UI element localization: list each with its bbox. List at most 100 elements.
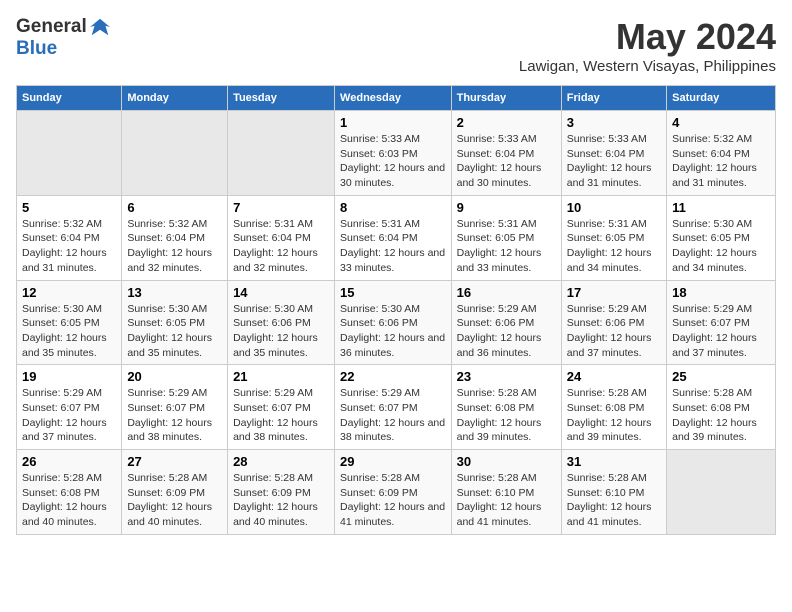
calendar-cell: 16 Sunrise: 5:29 AM Sunset: 6:06 PM Dayl… bbox=[451, 280, 561, 365]
sunrise-text: Sunrise: 5:28 AM bbox=[233, 472, 313, 484]
sunset-text: Sunset: 6:06 PM bbox=[567, 317, 645, 329]
day-number: 23 bbox=[457, 369, 556, 384]
weekday-header-sunday: Sunday bbox=[17, 86, 122, 111]
cell-info: Sunrise: 5:32 AM Sunset: 6:04 PM Dayligh… bbox=[22, 217, 116, 276]
daylight-text: Daylight: 12 hours and 37 minutes. bbox=[22, 417, 107, 444]
sunset-text: Sunset: 6:05 PM bbox=[127, 317, 205, 329]
daylight-text: Daylight: 12 hours and 37 minutes. bbox=[672, 332, 757, 359]
calendar-cell: 1 Sunrise: 5:33 AM Sunset: 6:03 PM Dayli… bbox=[335, 111, 452, 196]
calendar-week-row: 5 Sunrise: 5:32 AM Sunset: 6:04 PM Dayli… bbox=[17, 195, 776, 280]
calendar-cell: 19 Sunrise: 5:29 AM Sunset: 6:07 PM Dayl… bbox=[17, 365, 122, 450]
calendar-cell: 3 Sunrise: 5:33 AM Sunset: 6:04 PM Dayli… bbox=[561, 111, 666, 196]
daylight-text: Daylight: 12 hours and 38 minutes. bbox=[233, 417, 318, 444]
sunrise-text: Sunrise: 5:28 AM bbox=[457, 387, 537, 399]
day-number: 20 bbox=[127, 369, 222, 384]
calendar-week-row: 1 Sunrise: 5:33 AM Sunset: 6:03 PM Dayli… bbox=[17, 111, 776, 196]
sunset-text: Sunset: 6:09 PM bbox=[233, 487, 311, 499]
cell-info: Sunrise: 5:29 AM Sunset: 6:07 PM Dayligh… bbox=[233, 386, 329, 445]
sunset-text: Sunset: 6:05 PM bbox=[22, 317, 100, 329]
day-number: 26 bbox=[22, 454, 116, 469]
day-number: 2 bbox=[457, 115, 556, 130]
daylight-text: Daylight: 12 hours and 36 minutes. bbox=[457, 332, 542, 359]
daylight-text: Daylight: 12 hours and 30 minutes. bbox=[457, 162, 542, 189]
calendar-cell: 11 Sunrise: 5:30 AM Sunset: 6:05 PM Dayl… bbox=[667, 195, 776, 280]
weekday-header-friday: Friday bbox=[561, 86, 666, 111]
cell-info: Sunrise: 5:31 AM Sunset: 6:05 PM Dayligh… bbox=[457, 217, 556, 276]
sunrise-text: Sunrise: 5:28 AM bbox=[127, 472, 207, 484]
sunrise-text: Sunrise: 5:30 AM bbox=[233, 303, 313, 315]
sunrise-text: Sunrise: 5:30 AM bbox=[22, 303, 102, 315]
day-number: 11 bbox=[672, 200, 770, 215]
calendar-week-row: 12 Sunrise: 5:30 AM Sunset: 6:05 PM Dayl… bbox=[17, 280, 776, 365]
cell-info: Sunrise: 5:29 AM Sunset: 6:06 PM Dayligh… bbox=[457, 302, 556, 361]
sunset-text: Sunset: 6:04 PM bbox=[127, 232, 205, 244]
day-number: 15 bbox=[340, 285, 446, 300]
logo-bird-icon bbox=[89, 16, 111, 38]
calendar-cell bbox=[667, 450, 776, 535]
cell-info: Sunrise: 5:30 AM Sunset: 6:05 PM Dayligh… bbox=[672, 217, 770, 276]
day-number: 7 bbox=[233, 200, 329, 215]
sunrise-text: Sunrise: 5:29 AM bbox=[457, 303, 537, 315]
sunset-text: Sunset: 6:07 PM bbox=[22, 402, 100, 414]
daylight-text: Daylight: 12 hours and 31 minutes. bbox=[22, 247, 107, 274]
sunrise-text: Sunrise: 5:28 AM bbox=[567, 472, 647, 484]
cell-info: Sunrise: 5:33 AM Sunset: 6:04 PM Dayligh… bbox=[567, 132, 661, 191]
day-number: 9 bbox=[457, 200, 556, 215]
calendar-cell: 30 Sunrise: 5:28 AM Sunset: 6:10 PM Dayl… bbox=[451, 450, 561, 535]
cell-info: Sunrise: 5:28 AM Sunset: 6:09 PM Dayligh… bbox=[127, 471, 222, 530]
sunrise-text: Sunrise: 5:33 AM bbox=[340, 133, 420, 145]
sunset-text: Sunset: 6:06 PM bbox=[457, 317, 535, 329]
calendar-week-row: 19 Sunrise: 5:29 AM Sunset: 6:07 PM Dayl… bbox=[17, 365, 776, 450]
sunset-text: Sunset: 6:07 PM bbox=[127, 402, 205, 414]
calendar-week-row: 26 Sunrise: 5:28 AM Sunset: 6:08 PM Dayl… bbox=[17, 450, 776, 535]
day-number: 10 bbox=[567, 200, 661, 215]
cell-info: Sunrise: 5:31 AM Sunset: 6:04 PM Dayligh… bbox=[340, 217, 446, 276]
sunset-text: Sunset: 6:06 PM bbox=[340, 317, 418, 329]
cell-info: Sunrise: 5:29 AM Sunset: 6:07 PM Dayligh… bbox=[22, 386, 116, 445]
page-header: General Blue May 2024 Lawigan, Western V… bbox=[16, 16, 776, 75]
daylight-text: Daylight: 12 hours and 35 minutes. bbox=[233, 332, 318, 359]
sunset-text: Sunset: 6:07 PM bbox=[672, 317, 750, 329]
sunset-text: Sunset: 6:04 PM bbox=[457, 148, 535, 160]
calendar-cell: 2 Sunrise: 5:33 AM Sunset: 6:04 PM Dayli… bbox=[451, 111, 561, 196]
cell-info: Sunrise: 5:28 AM Sunset: 6:10 PM Dayligh… bbox=[567, 471, 661, 530]
day-number: 27 bbox=[127, 454, 222, 469]
sunset-text: Sunset: 6:05 PM bbox=[672, 232, 750, 244]
day-number: 18 bbox=[672, 285, 770, 300]
day-number: 17 bbox=[567, 285, 661, 300]
day-number: 30 bbox=[457, 454, 556, 469]
daylight-text: Daylight: 12 hours and 34 minutes. bbox=[567, 247, 652, 274]
weekday-header-wednesday: Wednesday bbox=[335, 86, 452, 111]
sunset-text: Sunset: 6:08 PM bbox=[22, 487, 100, 499]
sunrise-text: Sunrise: 5:31 AM bbox=[567, 218, 647, 230]
logo-general-text: General bbox=[16, 16, 87, 38]
calendar-table: SundayMondayTuesdayWednesdayThursdayFrid… bbox=[16, 85, 776, 535]
calendar-cell: 14 Sunrise: 5:30 AM Sunset: 6:06 PM Dayl… bbox=[228, 280, 335, 365]
sunrise-text: Sunrise: 5:30 AM bbox=[127, 303, 207, 315]
sunrise-text: Sunrise: 5:28 AM bbox=[340, 472, 420, 484]
sunrise-text: Sunrise: 5:32 AM bbox=[22, 218, 102, 230]
sunset-text: Sunset: 6:04 PM bbox=[22, 232, 100, 244]
sunset-text: Sunset: 6:09 PM bbox=[127, 487, 205, 499]
sunrise-text: Sunrise: 5:29 AM bbox=[672, 303, 752, 315]
daylight-text: Daylight: 12 hours and 38 minutes. bbox=[127, 417, 212, 444]
calendar-cell bbox=[228, 111, 335, 196]
day-number: 13 bbox=[127, 285, 222, 300]
sunset-text: Sunset: 6:05 PM bbox=[567, 232, 645, 244]
cell-info: Sunrise: 5:30 AM Sunset: 6:05 PM Dayligh… bbox=[127, 302, 222, 361]
daylight-text: Daylight: 12 hours and 34 minutes. bbox=[672, 247, 757, 274]
cell-info: Sunrise: 5:29 AM Sunset: 6:07 PM Dayligh… bbox=[672, 302, 770, 361]
sunrise-text: Sunrise: 5:29 AM bbox=[340, 387, 420, 399]
title-block: May 2024 Lawigan, Western Visayas, Phili… bbox=[519, 16, 776, 75]
day-number: 22 bbox=[340, 369, 446, 384]
day-number: 29 bbox=[340, 454, 446, 469]
calendar-cell: 21 Sunrise: 5:29 AM Sunset: 6:07 PM Dayl… bbox=[228, 365, 335, 450]
sunrise-text: Sunrise: 5:29 AM bbox=[567, 303, 647, 315]
daylight-text: Daylight: 12 hours and 37 minutes. bbox=[567, 332, 652, 359]
calendar-cell: 28 Sunrise: 5:28 AM Sunset: 6:09 PM Dayl… bbox=[228, 450, 335, 535]
calendar-cell: 12 Sunrise: 5:30 AM Sunset: 6:05 PM Dayl… bbox=[17, 280, 122, 365]
calendar-cell: 5 Sunrise: 5:32 AM Sunset: 6:04 PM Dayli… bbox=[17, 195, 122, 280]
cell-info: Sunrise: 5:28 AM Sunset: 6:08 PM Dayligh… bbox=[457, 386, 556, 445]
cell-info: Sunrise: 5:29 AM Sunset: 6:07 PM Dayligh… bbox=[127, 386, 222, 445]
sunset-text: Sunset: 6:09 PM bbox=[340, 487, 418, 499]
